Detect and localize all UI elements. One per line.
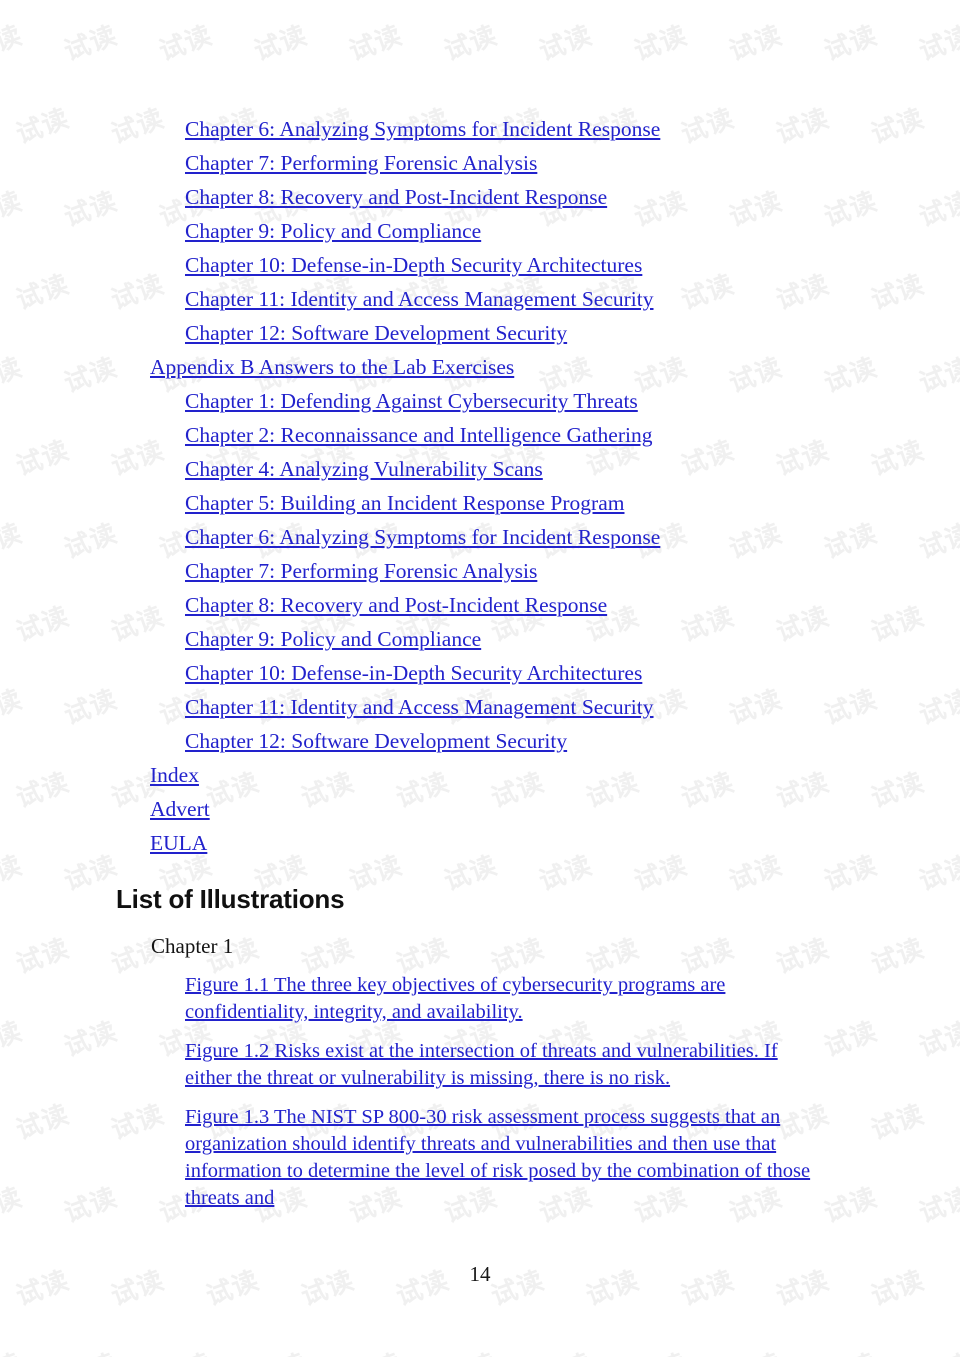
- toc-link[interactable]: Chapter 9: Policy and Compliance: [0, 622, 960, 656]
- toc-link[interactable]: Chapter 6: Analyzing Symptoms for Incide…: [0, 520, 960, 554]
- illustrations-chapter-label: Chapter 1: [151, 934, 234, 958]
- toc-link[interactable]: Chapter 2: Reconnaissance and Intelligen…: [0, 418, 960, 452]
- table-of-contents-list: Chapter 6: Analyzing Symptoms for Incide…: [0, 112, 960, 860]
- toc-link[interactable]: Chapter 1: Defending Against Cybersecuri…: [0, 384, 960, 418]
- toc-link[interactable]: EULA: [0, 826, 960, 860]
- toc-link[interactable]: Chapter 10: Defense-in-Depth Security Ar…: [0, 248, 960, 282]
- toc-link[interactable]: Chapter 8: Recovery and Post-Incident Re…: [0, 180, 960, 214]
- toc-link[interactable]: Chapter 7: Performing Forensic Analysis: [0, 554, 960, 588]
- toc-link[interactable]: Chapter 10: Defense-in-Depth Security Ar…: [0, 656, 960, 690]
- toc-link[interactable]: Chapter 11: Identity and Access Manageme…: [0, 282, 960, 316]
- figure-list: Figure 1.1 The three key objectives of c…: [185, 972, 825, 1212]
- toc-link[interactable]: Chapter 6: Analyzing Symptoms for Incide…: [0, 112, 960, 146]
- toc-link[interactable]: Chapter 4: Analyzing Vulnerability Scans: [0, 452, 960, 486]
- toc-link[interactable]: Chapter 7: Performing Forensic Analysis: [0, 146, 960, 180]
- toc-link[interactable]: Advert: [0, 792, 960, 826]
- toc-link[interactable]: Index: [0, 758, 960, 792]
- toc-link[interactable]: Chapter 12: Software Development Securit…: [0, 724, 960, 758]
- page-number: 14: [469, 1262, 491, 1286]
- page-content: Chapter 6: Analyzing Symptoms for Incide…: [0, 0, 960, 1357]
- document-page: 试读 试读 试读 试读 试读 试读 试读 试读 试读 试读 试读 试读 试读 试读 试读 试读 试读 试读 试读 试读…: [0, 0, 960, 1357]
- toc-link[interactable]: Appendix B Answers to the Lab Exercises: [0, 350, 960, 384]
- toc-link[interactable]: Chapter 8: Recovery and Post-Incident Re…: [0, 588, 960, 622]
- figure-link[interactable]: Figure 1.1 The three key objectives of c…: [185, 972, 825, 1026]
- figure-link[interactable]: Figure 1.3 The NIST SP 800-30 risk asses…: [185, 1104, 825, 1212]
- toc-link[interactable]: Chapter 5: Building an Incident Response…: [0, 486, 960, 520]
- toc-link[interactable]: Chapter 11: Identity and Access Manageme…: [0, 690, 960, 724]
- page-title: List of Illustrations: [116, 884, 345, 914]
- toc-link[interactable]: Chapter 9: Policy and Compliance: [0, 214, 960, 248]
- toc-link[interactable]: Chapter 12: Software Development Securit…: [0, 316, 960, 350]
- figure-link[interactable]: Figure 1.2 Risks exist at the intersecti…: [185, 1038, 825, 1092]
